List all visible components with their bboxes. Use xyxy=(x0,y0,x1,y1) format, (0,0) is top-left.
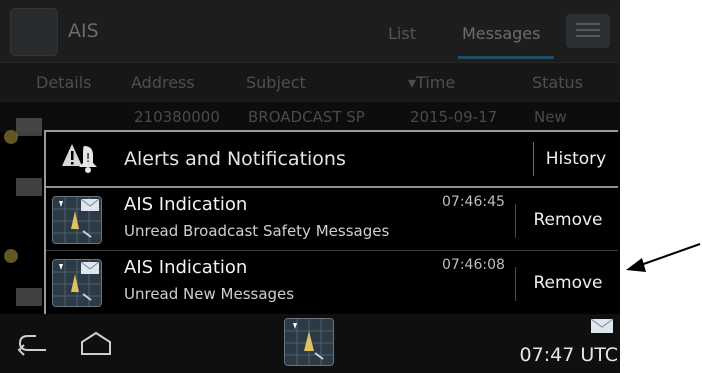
col-details[interactable]: Details xyxy=(36,73,91,92)
alerts-panel: ! Alerts and Notifications History AIS I… xyxy=(44,130,618,315)
col-subject[interactable]: Subject xyxy=(246,73,306,92)
device-screen: AIS List Messages Details Address Subjec… xyxy=(0,0,620,373)
notification-time: 07:46:08 xyxy=(442,257,505,273)
row-subject: BROADCAST SP xyxy=(248,108,365,126)
envelope-icon xyxy=(16,118,42,136)
col-time[interactable]: ▾Time xyxy=(408,73,455,92)
history-button[interactable]: History xyxy=(536,142,616,176)
notification-title: AIS Indication xyxy=(124,257,248,278)
list-view-button[interactable] xyxy=(566,14,610,48)
notification-item[interactable]: AIS Indication Unread Broadcast Safety M… xyxy=(46,188,618,251)
svg-text:!: ! xyxy=(86,151,91,165)
row-status: New xyxy=(534,108,567,126)
envelope-icon xyxy=(590,318,614,333)
ais-app-icon[interactable] xyxy=(10,8,58,56)
table-row[interactable]: 210380000 BROADCAST SP 2015-09-17 New xyxy=(0,101,620,132)
home-icon[interactable] xyxy=(78,330,114,356)
remove-button[interactable]: Remove xyxy=(518,202,618,238)
notification-subtitle: Unread New Messages xyxy=(124,285,295,303)
alert-bell-icon: ! xyxy=(62,144,97,173)
divider xyxy=(533,142,534,176)
col-address[interactable]: Address xyxy=(131,73,195,92)
ais-radar-icon xyxy=(52,196,102,244)
notification-subtitle: Unread Broadcast Safety Messages xyxy=(124,222,390,240)
unread-dot-icon xyxy=(4,130,18,144)
column-headers: Details Address Subject ▾Time Status xyxy=(0,62,620,101)
envelope-icon xyxy=(16,288,42,306)
back-icon[interactable] xyxy=(16,332,52,356)
panel-title: Alerts and Notifications xyxy=(124,148,346,170)
tab-list[interactable]: List xyxy=(388,24,416,43)
panel-header: ! Alerts and Notifications History xyxy=(46,132,618,188)
status-clock: 07:47 UTC xyxy=(519,344,618,366)
notification-time: 07:46:45 xyxy=(442,194,505,210)
app-bar: AIS List Messages xyxy=(0,0,620,62)
tab-active-indicator xyxy=(458,56,554,59)
divider xyxy=(515,267,516,301)
col-status[interactable]: Status xyxy=(532,73,583,92)
unread-dot-icon xyxy=(4,249,18,263)
ais-radar-icon xyxy=(52,259,102,307)
system-bar: 07:47 UTC xyxy=(0,314,620,373)
tab-messages[interactable]: Messages xyxy=(462,24,540,43)
notification-title: AIS Indication xyxy=(124,194,248,215)
remove-button[interactable]: Remove xyxy=(518,265,618,301)
notification-item[interactable]: AIS Indication Unread New Messages 07:46… xyxy=(46,251,618,313)
row-address: 210380000 xyxy=(134,108,220,126)
app-title: AIS xyxy=(68,20,99,42)
ais-radar-icon[interactable] xyxy=(284,318,334,366)
envelope-icon xyxy=(16,178,42,196)
callout-arrow-icon xyxy=(626,243,701,272)
divider xyxy=(515,204,516,238)
row-time: 2015-09-17 xyxy=(410,108,498,126)
